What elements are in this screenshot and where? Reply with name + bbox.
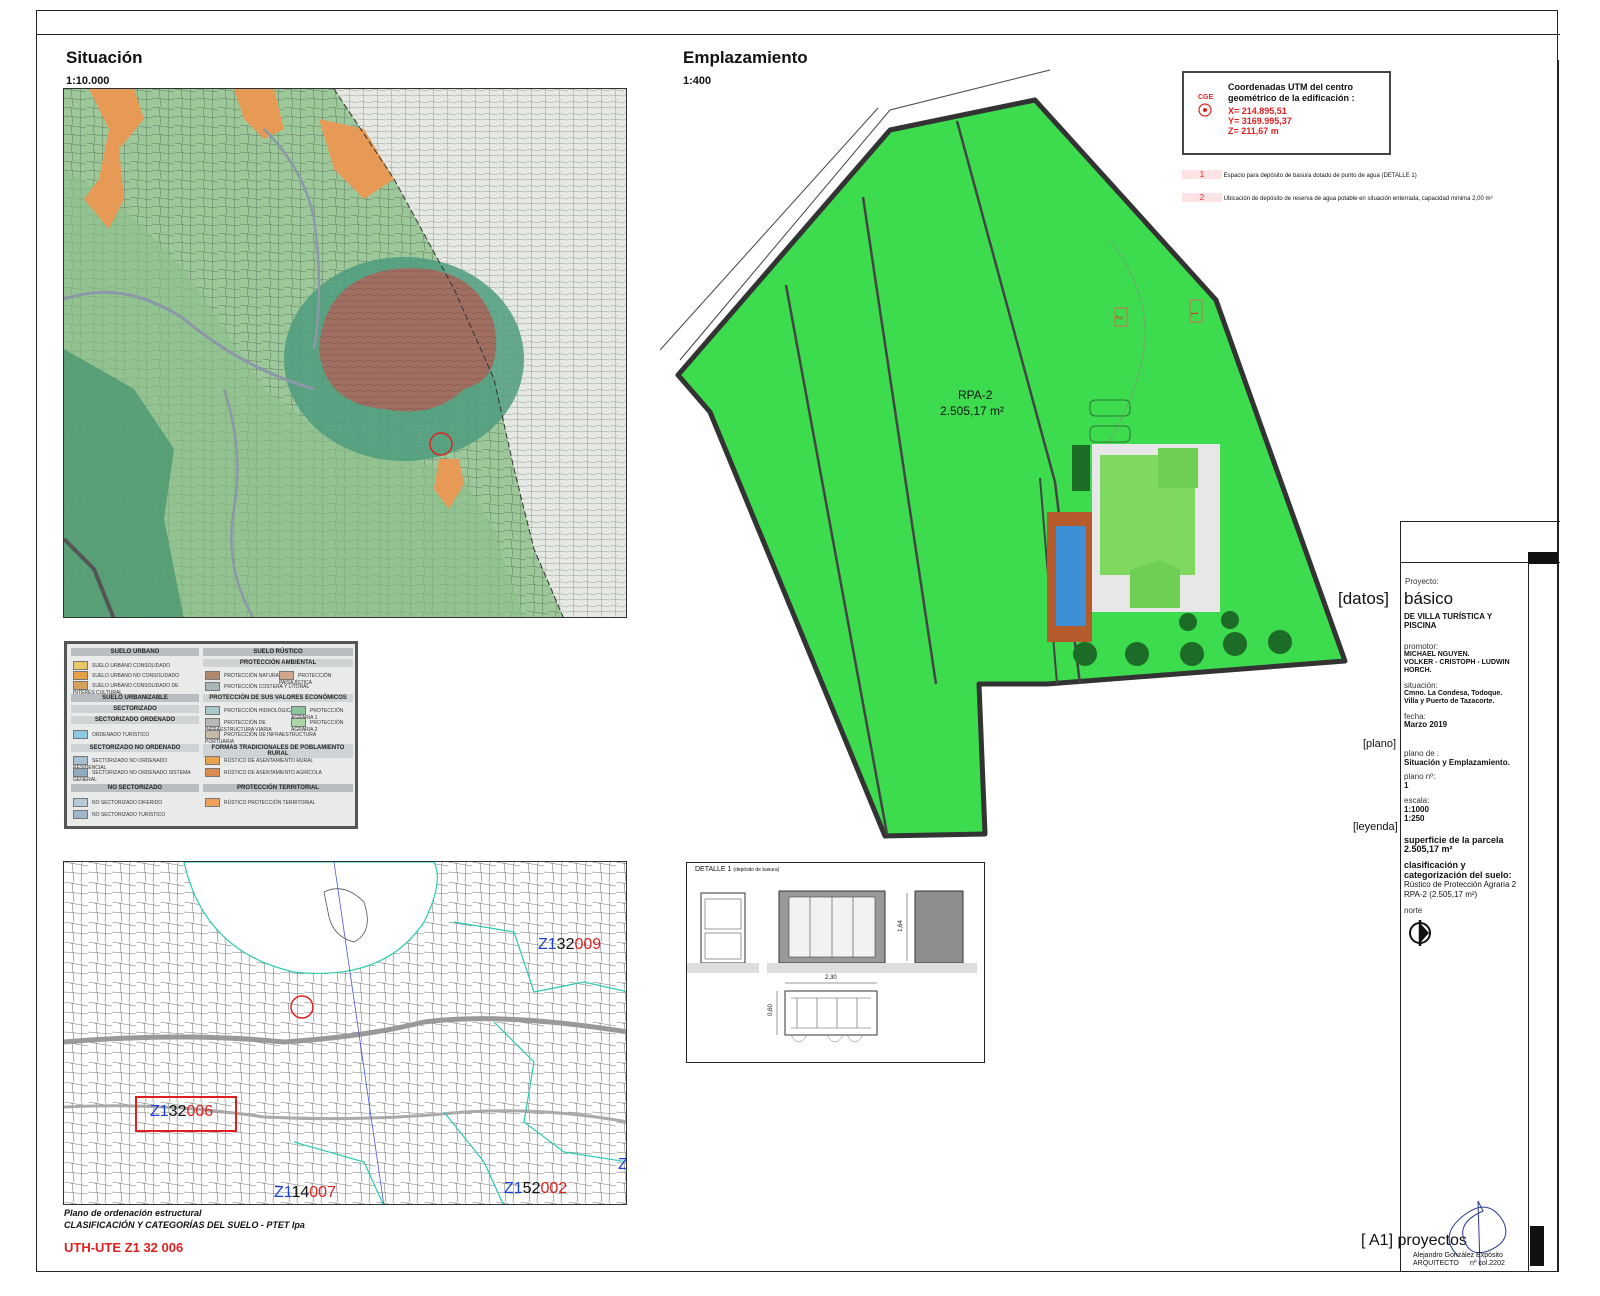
legend-row: SUELO URBANO NO CONSOLIDADO [73, 671, 179, 680]
parcel-zone-label: RPA-2 [958, 388, 993, 402]
marker-2-label: 2 [1114, 315, 1124, 320]
plano-de-label: plano de : [1404, 749, 1440, 758]
legend-row: PROTECCIÓN DE INFRAESTRUCTURA PORTUARIA [205, 730, 316, 745]
plano-caption-line2: CLASIFICACIÓN Y CATEGORÍAS DEL SUELO - P… [64, 1220, 305, 1230]
superficie-2: 2.505,17 m² [1404, 844, 1453, 854]
situacion-1: Cmno. La Condesa, Todoque. [1404, 690, 1503, 697]
legend-heading-urbanizable: SUELO URBANIZABLE [71, 694, 199, 702]
cadastral-map-graphic [64, 862, 626, 1204]
detail-dim-width: 2,30 [825, 975, 837, 981]
fecha-value: Marzo 2019 [1404, 720, 1448, 729]
legend-row: RÚSTICO DE ASENTAMIENTO AGRÍCOLA [205, 768, 322, 777]
north-arrow-icon [1409, 920, 1431, 946]
cadastral-map: Z132009 Z132006 Z114007 Z152002 Z [63, 861, 627, 1205]
title-block-black-tab [1528, 552, 1558, 564]
legend-row: RÚSTICO DE ASENTAMIENTO RURAL [205, 756, 313, 765]
situacion-scale: 1:10.000 [66, 75, 110, 87]
legend-row: ORDENADO TURÍSTICO [73, 730, 149, 739]
plano-caption-line1: Plano de ordenación estructural [64, 1208, 202, 1218]
marker-1-label: 1 [1189, 311, 1199, 316]
promotor-1: MICHAEL NGUYEN. [1404, 651, 1470, 658]
clasificacion-4: RPA-2 (2.505,17 m²) [1404, 890, 1478, 899]
datos-value: básico [1404, 589, 1454, 608]
legend-heading-sect-ordenado: SECTORIZADO ORDENADO [71, 716, 199, 724]
legend-row: NO SECTORIZADO TURÍSTICO [73, 810, 165, 819]
legend-row: RÚSTICO PROTECCIÓN TERRITORIAL [205, 798, 316, 807]
zone-label-002: Z152002 [504, 1180, 568, 1197]
plano-n-value: 1 [1404, 781, 1409, 790]
plano-caption-code: UTH-UTE Z1 32 006 [64, 1240, 184, 1255]
escala-label: escala: [1404, 796, 1430, 805]
title-block-top-rule [1400, 521, 1560, 522]
situacion-label: situación: [1404, 681, 1438, 690]
zone-label-006: Z132006 [150, 1103, 214, 1120]
parcel-polygon [675, 97, 1348, 839]
zone-label-edge: Z [618, 1156, 627, 1173]
legend-row: PROTECCIÓN NATURAL [205, 671, 282, 680]
title-block-black-bar [1530, 1226, 1544, 1266]
legend-heading-ambiental: PROTECCIÓN AMBIENTAL [203, 659, 353, 667]
architect-title: ARQUITECTO [1413, 1260, 1459, 1267]
legend-row: PROTECCIÓN HIDROLÓGICA [205, 706, 294, 715]
detail-dim-height: 1,64 [897, 920, 904, 932]
proyecto-name-1: DE VILLA TURÍSTICA Y [1404, 612, 1493, 621]
situacion-2: Villa y Puerto de Tazacorte. [1404, 698, 1495, 705]
detail-1-box: DETALLE 1 (depósito de basura) 1,64 2,30… [686, 862, 985, 1063]
legend-row: SUELO URBANO CONSOLIDADO [73, 661, 170, 670]
legend-heading-rustico: SUELO RÚSTICO [203, 648, 353, 656]
norte-label: norte [1404, 906, 1423, 915]
plano-n-label: plano nº: [1404, 772, 1436, 781]
promotor-3: HORCH. [1404, 667, 1432, 674]
datos-tag: [datos] [1338, 589, 1390, 608]
proyecto-name-2: PISCINA [1404, 621, 1437, 630]
architect-name: Alejandro González Expósito [1413, 1252, 1503, 1259]
plano-de-value: Situación y Emplazamiento. [1404, 758, 1510, 767]
parcel-area-label: 2.505,17 m² [940, 404, 1005, 418]
legend-row: PROTECCIÓN COSTERA Y LITORAL [205, 682, 309, 691]
clasificacion-1: clasificación y [1404, 860, 1466, 870]
legend-heading-no-sectorizado: NO SECTORIZADO [71, 784, 199, 792]
leyenda-tag: [leyenda] [1353, 821, 1398, 833]
architect-colegiado: nº col.2202 [1470, 1260, 1505, 1267]
situacion-title: Situación [66, 48, 143, 67]
escala-1: 1:1000 [1404, 805, 1429, 814]
clasificacion-3: Rústico de Protección Agraria 2 [1404, 880, 1517, 889]
zone-label-007: Z114007 [274, 1184, 336, 1201]
legend-heading-sectorizado: SECTORIZADO [71, 705, 199, 713]
situacion-map-graphic [64, 89, 626, 617]
detail-dim-depth: 0,60 [767, 1004, 774, 1016]
legend-heading-economicos: PROTECCIÓN DE SUS VALORES ECONÓMICOS [203, 694, 353, 702]
legend-heading-urbano: SUELO URBANO [71, 648, 199, 656]
promotor-label: promotor: [1404, 642, 1439, 651]
plano-tag: [plano] [1363, 738, 1397, 750]
legend-row: SECTORIZADO NO ORDENADO SISTEMA GENERAL [73, 768, 191, 783]
escala-2: 1:250 [1404, 814, 1425, 823]
title-block-divider [1528, 562, 1529, 1272]
site-plan [660, 69, 1348, 839]
detail-drawings [687, 890, 977, 1043]
clasificacion-2: categorización del suelo: [1404, 870, 1512, 880]
legend-heading-no-ordenado: SECTORIZADO NO ORDENADO [71, 744, 199, 752]
legend-row: NO SECTORIZADO DIFERIDO [73, 798, 162, 807]
landuse-legend: SUELO URBANO SUELO RÚSTICO SUELO URBANO … [64, 641, 358, 829]
zone-label-009: Z132009 [538, 936, 602, 953]
situacion-map [63, 88, 627, 618]
legend-heading-territorial: PROTECCIÓN TERRITORIAL [203, 784, 353, 792]
proyecto-label: Proyecto: [1405, 577, 1439, 586]
promotor-2: VOLKER - CRISTOPH - LUDWIN [1404, 659, 1510, 666]
